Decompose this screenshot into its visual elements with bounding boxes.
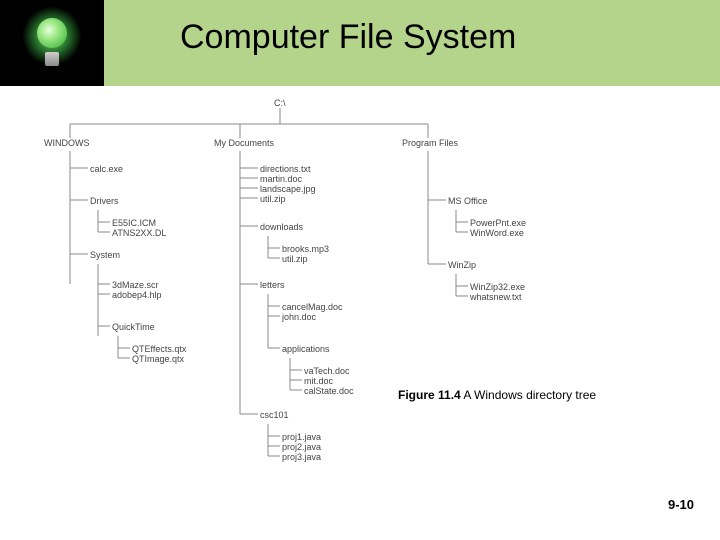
node-applications: applications xyxy=(282,344,330,354)
lightbulb-icon xyxy=(29,10,75,76)
leaf-office-0: PowerPnt.exe xyxy=(470,218,526,228)
node-downloads: downloads xyxy=(260,222,303,232)
leaf-mydocs-2: landscape.jpg xyxy=(260,184,316,194)
leaf-office-1: WinWord.exe xyxy=(470,228,524,238)
node-csc101: csc101 xyxy=(260,410,289,420)
leaf-dl-0: brooks.mp3 xyxy=(282,244,329,254)
node-quicktime: QuickTime xyxy=(112,322,155,332)
leaf-driver-0: E55IC.ICM xyxy=(112,218,156,228)
leaf-qt-1: QTImage.qtx xyxy=(132,354,184,364)
leaf-wz-1: whatsnew.txt xyxy=(470,292,522,302)
leaf-mydocs-3: util.zip xyxy=(260,194,286,204)
leaf-driver-1: ATNS2XX.DL xyxy=(112,228,166,238)
node-winzip: WinZip xyxy=(448,260,476,270)
leaf-csc-2: proj3.java xyxy=(282,452,321,462)
leaf-system-1: adobep4.hlp xyxy=(112,290,162,300)
node-letters: letters xyxy=(260,280,285,290)
leaf-app-1: mit.doc xyxy=(304,376,333,386)
leaf-letter-1: john.doc xyxy=(282,312,316,322)
node-root: C:\ xyxy=(274,98,286,108)
leaf-qt-0: QTEffects.qtx xyxy=(132,344,186,354)
leaf-letter-0: cancelMag.doc xyxy=(282,302,343,312)
directory-tree-diagram: C:\ WINDOWS calc.exe Drivers E55IC.ICM A… xyxy=(10,96,710,496)
figure-caption: Figure 11.4 A Windows directory tree xyxy=(398,388,596,402)
leaf-dl-1: util.zip xyxy=(282,254,308,264)
node-programfiles: Program Files xyxy=(402,138,458,148)
leaf-app-0: vaTech.doc xyxy=(304,366,350,376)
leaf-wz-0: WinZip32.exe xyxy=(470,282,525,292)
caption-rest: A Windows directory tree xyxy=(461,388,596,402)
node-msoffice: MS Office xyxy=(448,196,487,206)
leaf-system-0: 3dMaze.scr xyxy=(112,280,159,290)
leaf-app-2: calState.doc xyxy=(304,386,354,396)
leaf-calc: calc.exe xyxy=(90,164,123,174)
node-windows: WINDOWS xyxy=(44,138,90,148)
leaf-mydocs-1: martin.doc xyxy=(260,174,302,184)
node-system: System xyxy=(90,250,120,260)
leaf-mydocs-0: directions.txt xyxy=(260,164,311,174)
node-mydocs: My Documents xyxy=(214,138,274,148)
header-band: Computer File System xyxy=(0,0,720,86)
page-number: 9-10 xyxy=(668,497,694,512)
leaf-csc-1: proj2.java xyxy=(282,442,321,452)
page-title: Computer File System xyxy=(180,18,516,57)
header-accent xyxy=(0,0,104,86)
caption-bold: Figure 11.4 xyxy=(398,388,461,402)
node-drivers: Drivers xyxy=(90,196,119,206)
leaf-csc-0: proj1.java xyxy=(282,432,321,442)
